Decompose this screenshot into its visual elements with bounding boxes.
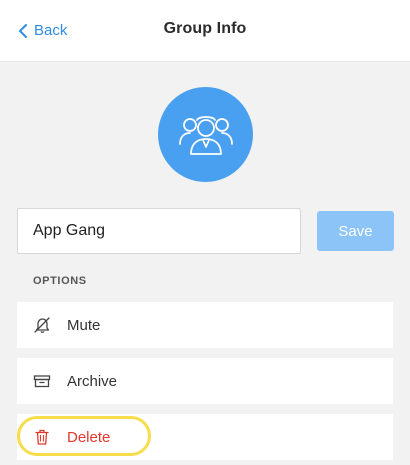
save-button[interactable]: Save	[317, 211, 394, 251]
archive-label: Archive	[67, 372, 118, 390]
mute-label: Mute	[67, 316, 101, 334]
options-heading: OPTIONS	[33, 275, 87, 287]
page-title: Group Info	[163, 20, 247, 37]
trash-icon	[33, 428, 51, 446]
bell-off-icon	[33, 316, 51, 334]
delete-option[interactable]: Delete	[17, 414, 393, 460]
group-icon	[177, 114, 235, 156]
delete-label: Delete	[67, 428, 111, 446]
archive-option[interactable]: Archive	[17, 358, 393, 404]
archive-icon	[33, 372, 51, 390]
group-name-input[interactable]	[17, 208, 301, 254]
mute-option[interactable]: Mute	[17, 302, 393, 348]
group-avatar[interactable]	[158, 87, 253, 182]
header-bar: Back Group Info	[0, 0, 410, 62]
